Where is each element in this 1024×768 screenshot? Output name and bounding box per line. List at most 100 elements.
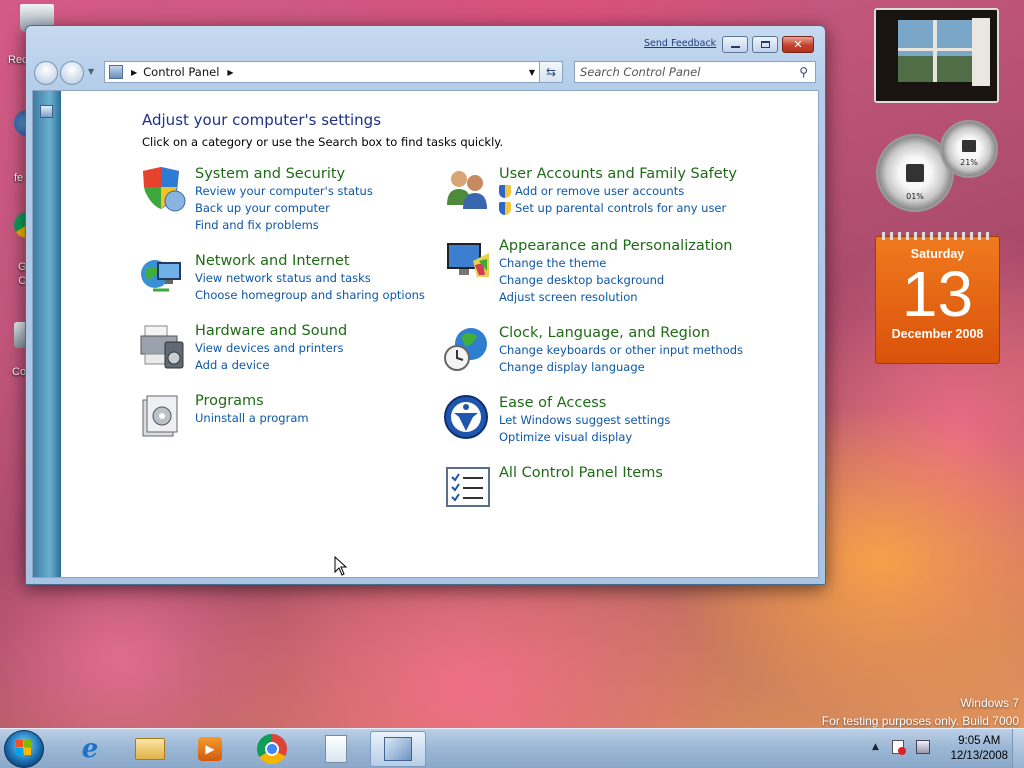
category-link[interactable]: Change the theme: [499, 255, 733, 272]
category-title[interactable]: System and Security: [195, 165, 373, 183]
taskbar: e ▶ ▲ 9:05 AM 12/13/2008: [0, 728, 1024, 768]
page-subtitle: Click on a category or use the Search bo…: [142, 135, 504, 149]
taskbar-document[interactable]: [308, 731, 364, 767]
category-link[interactable]: Let Windows suggest settings: [499, 412, 670, 429]
taskbar-chrome[interactable]: [244, 731, 300, 767]
network-icon[interactable]: [139, 252, 189, 302]
category-link[interactable]: Adjust screen resolution: [499, 289, 733, 306]
category-title[interactable]: Network and Internet: [195, 252, 425, 270]
category-link[interactable]: Optimize visual display: [499, 429, 670, 446]
windows-logo-icon: [16, 740, 31, 755]
category-link[interactable]: View devices and printers: [195, 340, 347, 357]
refresh-icon: ⇆: [545, 65, 557, 79]
taskbar-internet-explorer[interactable]: e: [62, 731, 118, 767]
navigation-bar: ▼ ▶ Control Panel ▶ ▼ ⇆ Search Control P…: [32, 59, 819, 87]
minimize-button[interactable]: [722, 36, 748, 53]
back-button[interactable]: [34, 61, 58, 85]
programs-icon[interactable]: [139, 392, 189, 442]
breadcrumb[interactable]: Control Panel: [143, 65, 219, 79]
close-button[interactable]: ✕: [782, 36, 814, 53]
category-programs: Programs Uninstall a program: [139, 392, 309, 442]
mouse-cursor-icon: [334, 556, 348, 576]
search-placeholder: Search Control Panel: [580, 65, 701, 79]
breadcrumb-arrow-icon[interactable]: ▶: [227, 68, 233, 77]
category-appearance: Appearance and Personalization Change th…: [443, 237, 733, 306]
cpu-chip-icon: [906, 164, 924, 182]
category-all-items: All Control Panel Items: [443, 464, 663, 514]
memory-chip-icon: [962, 140, 976, 152]
address-bar[interactable]: ▶ Control Panel ▶ ▼: [104, 61, 542, 83]
chrome-icon: [257, 734, 287, 764]
clock-date: 12/13/2008: [950, 750, 1008, 762]
category-link[interactable]: Add or remove user accounts: [499, 183, 737, 200]
ease-of-access-icon[interactable]: [443, 394, 493, 444]
watermark-os: Windows 7: [960, 696, 1019, 710]
maximize-button[interactable]: [752, 36, 778, 53]
memory-meter-gadget[interactable]: 21%: [940, 120, 998, 178]
desktop-icon-label: fe: [14, 172, 24, 184]
category-title[interactable]: All Control Panel Items: [499, 464, 663, 482]
category-title[interactable]: Hardware and Sound: [195, 322, 347, 340]
category-link[interactable]: Back up your computer: [195, 200, 373, 217]
category-link-text: Add or remove user accounts: [515, 184, 685, 198]
category-link[interactable]: View network status and tasks: [195, 270, 425, 287]
cpu-percent: 01%: [906, 192, 924, 201]
globe-clock-icon[interactable]: [443, 324, 493, 374]
category-title[interactable]: Programs: [195, 392, 309, 410]
category-link[interactable]: Find and fix problems: [195, 217, 373, 234]
maximize-icon: [760, 41, 770, 48]
network-tray-icon[interactable]: [916, 740, 930, 754]
calendar-gadget[interactable]: Saturday 13 December 2008: [875, 232, 1000, 364]
desktop-icon-label: Co: [12, 366, 27, 378]
printer-icon[interactable]: [139, 322, 189, 372]
address-dropdown-icon[interactable]: ▼: [529, 68, 535, 77]
control-panel-home-icon[interactable]: [40, 105, 53, 118]
category-link[interactable]: Change display language: [499, 359, 743, 376]
breadcrumb-arrow-icon[interactable]: ▶: [131, 68, 137, 77]
calendar-rings: [882, 232, 993, 240]
send-feedback-link[interactable]: Send Feedback: [644, 38, 716, 49]
close-icon: ✕: [793, 38, 803, 51]
clock-time: 9:05 AM: [958, 735, 1001, 747]
search-input[interactable]: Search Control Panel ⚲: [574, 61, 816, 83]
category-title[interactable]: User Accounts and Family Safety: [499, 165, 737, 183]
internet-explorer-icon: e: [81, 734, 99, 764]
window-view-photo: [876, 10, 997, 101]
page-title: Adjust your computer's settings: [142, 111, 382, 129]
list-icon[interactable]: [443, 464, 493, 514]
control-panel-small-icon: [109, 65, 123, 79]
category-link[interactable]: Change desktop background: [499, 272, 733, 289]
category-link[interactable]: Change keyboards or other input methods: [499, 342, 743, 359]
search-icon[interactable]: ⚲: [799, 65, 808, 79]
notification-area: ▲ 9:05 AM 12/13/2008: [866, 729, 1024, 768]
category-link[interactable]: Set up parental controls for any user: [499, 200, 737, 217]
category-link[interactable]: Choose homegroup and sharing options: [195, 287, 425, 304]
refresh-button[interactable]: ⇆: [539, 61, 563, 83]
start-button[interactable]: [4, 730, 44, 768]
category-hardware-sound: Hardware and Sound View devices and prin…: [139, 322, 347, 374]
category-title[interactable]: Appearance and Personalization: [499, 237, 733, 255]
category-network-internet: Network and Internet View network status…: [139, 252, 425, 304]
category-clock-language: Clock, Language, and Region Change keybo…: [443, 324, 743, 376]
left-sidebar: [33, 91, 61, 577]
taskbar-explorer[interactable]: [122, 731, 178, 767]
taskbar-media-player[interactable]: ▶: [182, 731, 238, 767]
category-link[interactable]: Uninstall a program: [195, 410, 309, 427]
show-desktop-button[interactable]: [1012, 729, 1024, 768]
category-title[interactable]: Clock, Language, and Region: [499, 324, 743, 342]
slideshow-gadget[interactable]: [874, 8, 999, 103]
control-panel-icon: [384, 737, 412, 761]
calendar-date: 13: [901, 258, 974, 330]
monitor-icon[interactable]: [443, 237, 493, 287]
users-icon[interactable]: [443, 165, 493, 215]
category-link[interactable]: Add a device: [195, 357, 347, 374]
shield-icon[interactable]: [139, 165, 189, 215]
show-hidden-icons-icon[interactable]: ▲: [872, 742, 879, 752]
category-title[interactable]: Ease of Access: [499, 394, 670, 412]
uac-shield-icon: [499, 185, 511, 198]
clock[interactable]: 9:05 AM 12/13/2008: [950, 734, 1008, 764]
category-link[interactable]: Review your computer's status: [195, 183, 373, 200]
taskbar-control-panel[interactable]: [370, 731, 426, 767]
forward-button[interactable]: [60, 61, 84, 85]
recent-pages-icon[interactable]: ▼: [88, 67, 94, 76]
